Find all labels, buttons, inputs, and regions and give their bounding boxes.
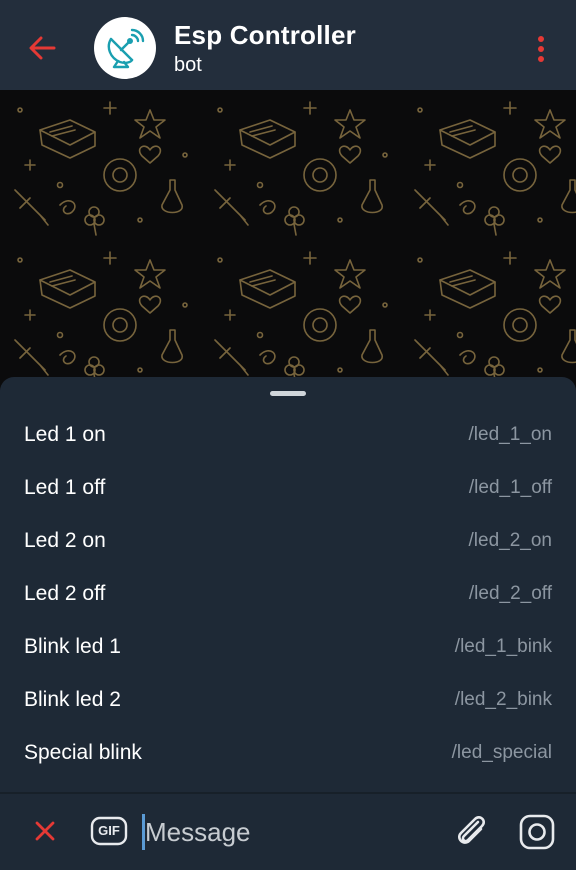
command-text: /led_1_on [468,424,552,445]
gif-label: GIF [98,823,120,838]
arrow-left-icon [29,36,56,60]
command-label: Special blink [24,741,142,764]
sheet-drag-handle[interactable] [270,391,306,396]
close-icon [35,821,55,841]
chat-subtitle: bot [174,54,202,76]
more-menu-button[interactable] [526,32,556,66]
camera-button[interactable] [518,813,556,851]
command-item[interactable]: Led 1 on /led_1_on [0,409,576,462]
command-label: Led 2 off [24,582,106,605]
command-text: /led_1_off [468,477,552,498]
satellite-dish-icon [107,28,145,69]
command-label: Blink led 1 [24,635,121,658]
command-item[interactable]: Special blink /led_special [0,727,576,780]
close-commands-button[interactable] [30,816,60,846]
command-text: /led_special [451,742,552,763]
command-text: /led_2_on [468,530,552,551]
more-vertical-icon [538,36,544,62]
command-text: /led_1_bink [454,636,552,657]
command-item[interactable]: Led 1 off /led_1_off [0,462,576,515]
gif-button[interactable]: GIF [90,814,128,848]
instagram-camera-icon [519,814,555,850]
command-item[interactable]: Led 2 on /led_2_on [0,515,576,568]
chat-screen: Esp Controller bot Led 1 on /led_1_on Le… [0,0,576,870]
doodle-pattern-icon [0,90,576,390]
chat-title: Esp Controller [174,20,356,50]
command-text: /led_2_bink [454,689,552,710]
chat-wallpaper [0,90,576,390]
paperclip-icon [458,816,485,844]
command-item[interactable]: Led 2 off /led_2_off [0,568,576,621]
message-input[interactable] [145,810,425,854]
bot-avatar[interactable] [94,17,156,79]
bot-commands-sheet: Led 1 on /led_1_on Led 1 off /led_1_off … [0,377,576,792]
command-item[interactable]: Blink led 2 /led_2_bink [0,674,576,727]
command-text: /led_2_off [468,583,552,604]
command-label: Led 1 on [24,423,106,446]
attach-button[interactable] [452,812,490,850]
command-label: Blink led 2 [24,688,121,711]
chat-header: Esp Controller bot [0,0,576,90]
command-item[interactable]: Blink led 1 /led_1_bink [0,621,576,674]
message-input-bar: GIF [0,794,576,870]
command-label: Led 2 on [24,529,106,552]
back-button[interactable] [22,28,62,68]
command-label: Led 1 off [24,476,106,499]
